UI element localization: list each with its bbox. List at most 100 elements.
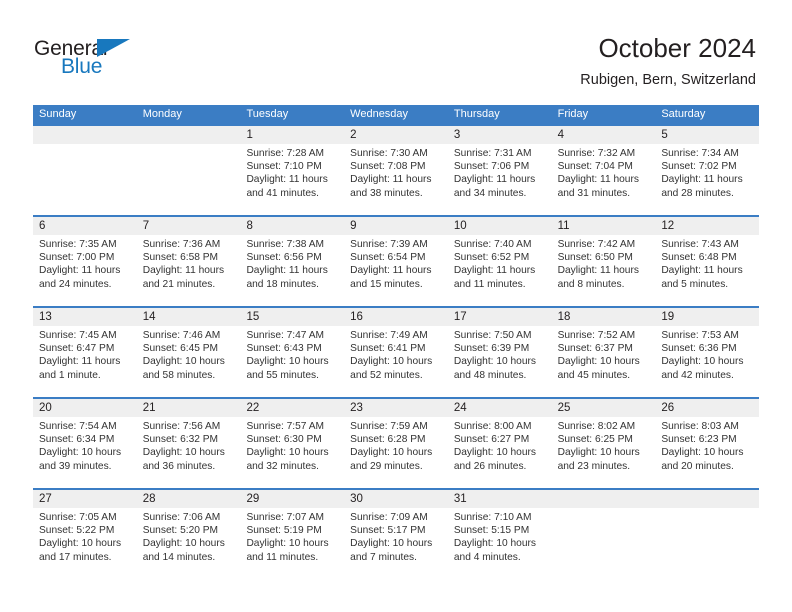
day-cell[interactable]: 1 Sunrise: 7:28 AM Sunset: 7:10 PM Daylight…: [240, 126, 344, 215]
day-sunset-text: Sunset: 6:52 PM: [453, 252, 530, 264]
day-number: 11: [557, 220, 570, 232]
day-sun-info: Sunrise: 7:30 AM Sunset: 7:08 PM Daylight:…: [350, 147, 443, 200]
day-cell[interactable]: 28 Sunrise: 7:06 AM Sunset: 5:20 PM Dayligh…: [137, 490, 241, 579]
page-title: October 2024: [598, 33, 756, 63]
day-sunset-text: Sunset: 5:17 PM: [350, 525, 426, 537]
day-cell[interactable]: 21 Sunrise: 7:56 AM Sunset: 6:32 PM Dayligh…: [137, 399, 241, 488]
weekday-header-thursday: Thursday: [453, 108, 500, 120]
day-sun-info: Sunrise: 7:38 AM Sunset: 6:56 PM Daylight:…: [246, 238, 339, 291]
day-sun-info: Sunrise: 7:47 AM Sunset: 6:43 PM Daylight:…: [246, 329, 339, 382]
day-cell[interactable]: 9 Sunrise: 7:39 AM Sunset: 6:54 PM Daylight…: [344, 217, 448, 306]
day-cell[interactable]: 22 Sunrise: 7:57 AM Sunset: 6:30 PM Dayligh…: [240, 399, 344, 488]
day-daylight2-text: and 17 minutes.: [39, 551, 112, 563]
day-cell[interactable]: 8 Sunrise: 7:38 AM Sunset: 6:56 PM Daylight…: [240, 217, 344, 306]
day-number: 29: [246, 493, 260, 505]
day-cell[interactable]: 29 Sunrise: 7:07 AM Sunset: 5:19 PM Dayligh…: [240, 490, 344, 579]
day-sunset-text: Sunset: 6:32 PM: [142, 434, 219, 446]
day-daylight1-text: Daylight: 10 hours: [557, 356, 640, 368]
day-cell[interactable]: 4 Sunrise: 7:32 AM Sunset: 7:04 PM Daylight…: [552, 126, 656, 215]
day-cell-empty: [552, 490, 656, 579]
day-sunrise-text: Sunrise: 7:32 AM: [557, 148, 636, 159]
day-cell-empty: [655, 490, 759, 579]
day-sun-info: Sunrise: 7:31 AM Sunset: 7:06 PM Daylight:…: [454, 147, 547, 200]
day-sun-info: Sunrise: 7:39 AM Sunset: 6:54 PM Daylight:…: [350, 238, 443, 291]
calendar-week-row: 27 Sunrise: 7:05 AM Sunset: 5:22 PM Dayligh…: [33, 488, 759, 579]
day-number: 2: [350, 129, 357, 141]
day-daylight1-text: Daylight: 10 hours: [453, 356, 536, 368]
day-cell[interactable]: 13 Sunrise: 7:45 AM Sunset: 6:47 PM Dayligh…: [33, 308, 137, 397]
day-cell[interactable]: 15 Sunrise: 7:47 AM Sunset: 6:43 PM Dayligh…: [240, 308, 344, 397]
day-sunrise-text: Sunrise: 7:06 AM: [142, 512, 221, 523]
day-number: 14: [142, 311, 156, 323]
day-number: 1: [246, 129, 253, 141]
day-daylight1-text: Daylight: 11 hours: [246, 174, 328, 186]
day-number: 17: [453, 311, 467, 323]
day-sunrise-text: Sunrise: 7:47 AM: [246, 330, 325, 341]
day-number: 28: [142, 493, 156, 505]
day-daylight1-text: Daylight: 11 hours: [350, 174, 432, 186]
day-daylight1-text: Daylight: 11 hours: [142, 265, 225, 277]
day-daylight2-text: and 24 minutes.: [39, 278, 112, 290]
day-cell[interactable]: 31 Sunrise: 7:10 AM Sunset: 5:15 PM Dayligh…: [448, 490, 552, 579]
day-sunset-text: Sunset: 7:10 PM: [246, 161, 322, 173]
day-cell[interactable]: 18 Sunrise: 7:52 AM Sunset: 6:37 PM Dayligh…: [552, 308, 656, 397]
day-daylight2-text: and 45 minutes.: [557, 369, 631, 381]
day-cell-empty: [137, 126, 241, 215]
day-sun-info: Sunrise: 7:49 AM Sunset: 6:41 PM Daylight:…: [350, 329, 443, 382]
day-sun-info: Sunrise: 7:09 AM Sunset: 5:17 PM Daylight:…: [350, 511, 443, 564]
day-number: [143, 126, 236, 144]
day-daylight2-text: and 15 minutes.: [350, 278, 423, 290]
day-cell[interactable]: 11 Sunrise: 7:42 AM Sunset: 6:50 PM Dayligh…: [552, 217, 656, 306]
day-cell[interactable]: 16 Sunrise: 7:49 AM Sunset: 6:41 PM Dayligh…: [344, 308, 448, 397]
calendar-week-row: 6 Sunrise: 7:35 AM Sunset: 7:00 PM Daylight…: [33, 215, 759, 306]
day-cell[interactable]: 5 Sunrise: 7:34 AM Sunset: 7:02 PM Daylight…: [655, 126, 759, 215]
day-cell[interactable]: 20 Sunrise: 7:54 AM Sunset: 6:34 PM Dayligh…: [33, 399, 137, 488]
day-cell[interactable]: 19 Sunrise: 7:53 AM Sunset: 6:36 PM Dayligh…: [655, 308, 759, 397]
day-cell[interactable]: 12 Sunrise: 7:43 AM Sunset: 6:48 PM Dayligh…: [655, 217, 759, 306]
day-cell[interactable]: 26 Sunrise: 8:03 AM Sunset: 6:23 PM Dayligh…: [655, 399, 759, 488]
day-sunrise-text: Sunrise: 7:50 AM: [453, 330, 532, 341]
weekday-header-sunday: Sunday: [39, 108, 77, 120]
day-cell[interactable]: 23 Sunrise: 7:59 AM Sunset: 6:28 PM Dayligh…: [344, 399, 448, 488]
day-cell[interactable]: 25 Sunrise: 8:02 AM Sunset: 6:25 PM Dayligh…: [552, 399, 656, 488]
day-cell[interactable]: 17 Sunrise: 7:50 AM Sunset: 6:39 PM Dayligh…: [448, 308, 552, 397]
day-daylight2-text: and 28 minutes.: [661, 187, 734, 199]
day-number: 24: [453, 402, 467, 414]
day-daylight2-text: and 39 minutes.: [39, 460, 112, 472]
day-cell[interactable]: 27 Sunrise: 7:05 AM Sunset: 5:22 PM Dayligh…: [33, 490, 137, 579]
day-cell[interactable]: 10 Sunrise: 7:40 AM Sunset: 6:52 PM Dayligh…: [448, 217, 552, 306]
day-daylight1-text: Daylight: 11 hours: [557, 174, 639, 186]
day-sun-info: Sunrise: 8:03 AM Sunset: 6:23 PM Daylight:…: [661, 420, 754, 473]
calendar-week-row: 1 Sunrise: 7:28 AM Sunset: 7:10 PM Daylight…: [33, 124, 759, 215]
day-cell[interactable]: 2 Sunrise: 7:30 AM Sunset: 7:08 PM Daylight…: [344, 126, 448, 215]
day-sunrise-text: Sunrise: 7:36 AM: [142, 239, 221, 250]
day-sunset-text: Sunset: 6:50 PM: [557, 252, 633, 264]
day-sunrise-text: Sunrise: 7:56 AM: [142, 421, 221, 432]
day-daylight1-text: Daylight: 10 hours: [246, 356, 329, 368]
day-number: 26: [661, 402, 675, 414]
day-sun-info: Sunrise: 7:54 AM Sunset: 6:34 PM Daylight:…: [39, 420, 132, 473]
day-daylight2-text: and 48 minutes.: [453, 369, 527, 381]
day-sunset-text: Sunset: 6:28 PM: [350, 434, 426, 446]
calendar-grid: Sunday Monday Tuesday Wednesday Thursday…: [33, 105, 759, 579]
weekday-header-wednesday: Wednesday: [350, 108, 409, 120]
day-cell[interactable]: 6 Sunrise: 7:35 AM Sunset: 7:00 PM Daylight…: [33, 217, 137, 306]
day-sunset-text: Sunset: 7:04 PM: [557, 161, 633, 173]
calendar-weeks: 1 Sunrise: 7:28 AM Sunset: 7:10 PM Daylight…: [33, 124, 759, 579]
day-cell[interactable]: 7 Sunrise: 7:36 AM Sunset: 6:58 PM Daylight…: [137, 217, 241, 306]
day-number: [39, 126, 132, 144]
day-sun-info: Sunrise: 8:02 AM Sunset: 6:25 PM Daylight:…: [558, 420, 651, 473]
day-daylight2-text: and 11 minutes.: [246, 551, 319, 563]
day-number: 27: [39, 493, 52, 505]
weekday-header-monday: Monday: [142, 108, 182, 120]
day-cell[interactable]: 24 Sunrise: 8:00 AM Sunset: 6:27 PM Dayligh…: [448, 399, 552, 488]
day-sunrise-text: Sunrise: 7:07 AM: [246, 512, 325, 523]
day-number: 30: [350, 493, 363, 505]
day-cell[interactable]: 3 Sunrise: 7:31 AM Sunset: 7:06 PM Daylight…: [448, 126, 552, 215]
day-cell[interactable]: 14 Sunrise: 7:46 AM Sunset: 6:45 PM Dayligh…: [137, 308, 241, 397]
day-sun-info: Sunrise: 7:43 AM Sunset: 6:48 PM Daylight:…: [661, 238, 754, 291]
day-cell[interactable]: 30 Sunrise: 7:09 AM Sunset: 5:17 PM Dayligh…: [344, 490, 448, 579]
day-sun-info: Sunrise: 7:07 AM Sunset: 5:19 PM Daylight:…: [246, 511, 339, 564]
day-sunset-text: Sunset: 6:58 PM: [142, 252, 219, 264]
day-sunrise-text: Sunrise: 7:54 AM: [39, 421, 117, 432]
